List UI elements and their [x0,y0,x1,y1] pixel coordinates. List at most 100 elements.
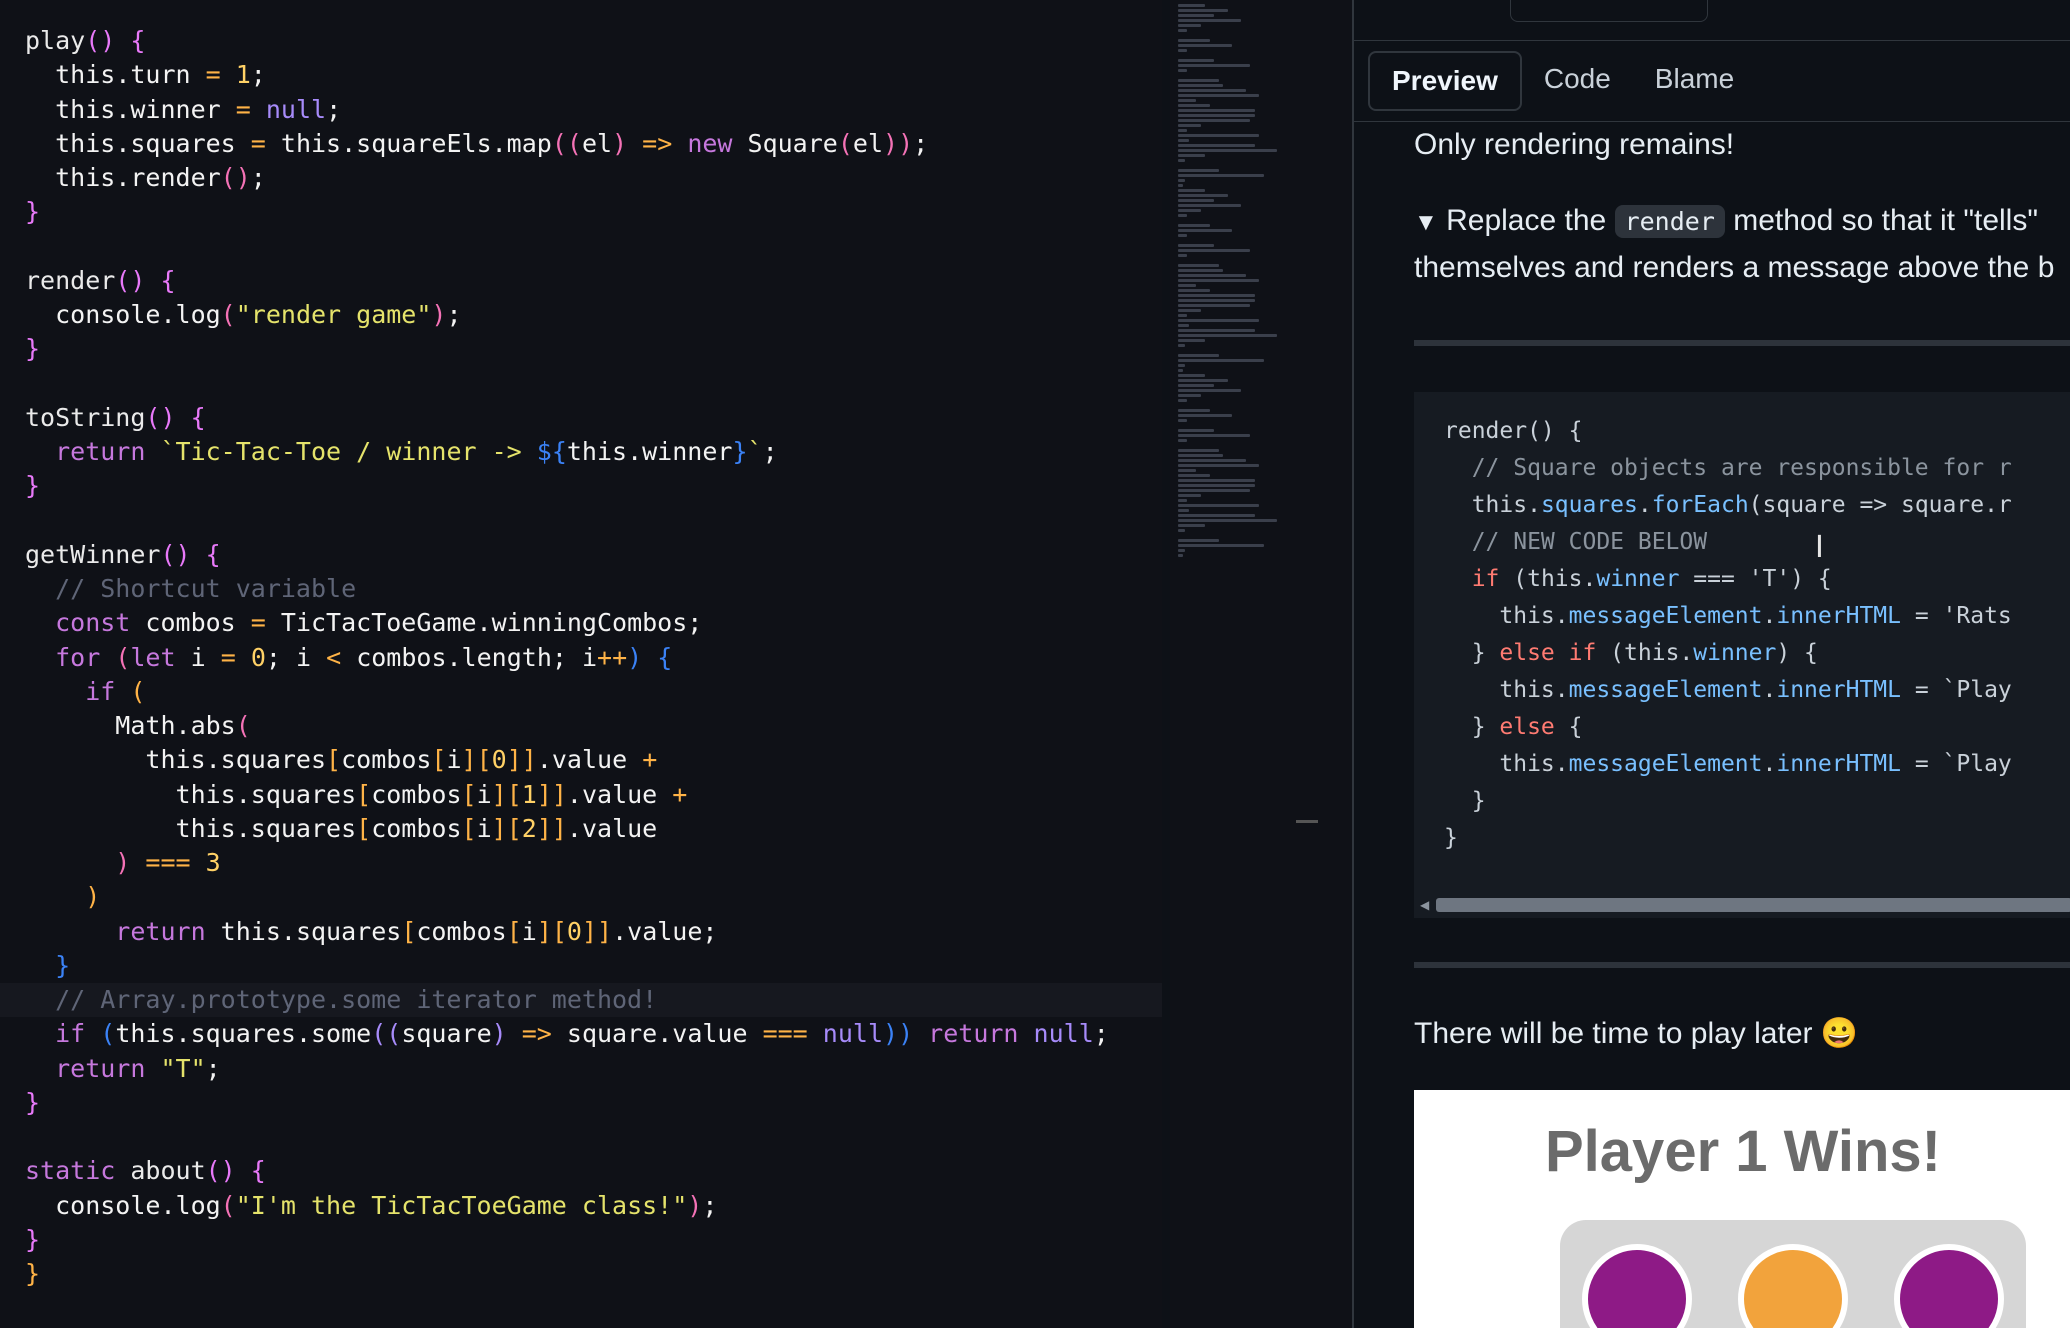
code-token: this. [1444,677,1569,703]
code-token: = [250,608,281,638]
minimap-line [1178,184,1184,187]
code-token: .value [536,745,643,775]
code-token: i [476,779,492,809]
code-line: const combos = TicTacToeGame.winningComb… [25,606,1162,640]
code-token: this [25,745,206,775]
code-token: if [1471,566,1500,592]
code-token: ` [747,437,763,466]
code-token: 0 [491,745,507,775]
code-token: .squares [115,128,251,158]
tab-preview[interactable]: Preview [1368,51,1522,111]
code-token: } [25,1087,41,1117]
code-line: render() { [1444,418,1582,444]
code-token: () { [160,539,221,569]
code-token: el [581,128,613,158]
code-token: === 'T') { [1679,566,1832,592]
minimap-line [1178,209,1201,212]
code-token: .value; [612,916,718,946]
code-line: this.winner = null; [25,93,1162,127]
code-line: } else if (this.winner) { [1444,640,1818,666]
branch-selector[interactable] [1510,0,1708,22]
minimap-line [1178,339,1205,342]
code-token: ]] [581,916,613,946]
code-token: `Tic-Tac-Toe / winner -> [160,437,537,466]
tab-blame[interactable]: Blame [1633,51,1756,107]
code-token: } [1444,825,1458,851]
code-token: combos [341,745,432,775]
code-token: i [190,642,221,672]
disclosure-triangle-icon[interactable]: ▼ [1414,209,1438,236]
code-line: toString() { [25,401,1162,435]
code-token: [ [461,779,477,809]
code-token: ) { [627,642,673,672]
code-token: static [25,1156,131,1186]
details-summary[interactable]: ▼ Replace the render method so that it "… [1414,204,2038,238]
code-token: return [25,1053,161,1083]
horizontal-scrollbar[interactable]: ◀ [1414,894,2070,916]
code-token: innerHTML [1776,677,1901,703]
code-token: render() { [1444,418,1583,444]
inline-code: render [1614,205,1725,238]
scroll-left-icon[interactable]: ◀ [1420,898,1429,912]
code-line: if (this.squares.some((square) => square… [25,1017,1162,1051]
code-token: } [25,950,71,980]
tab-code[interactable]: Code [1522,51,1633,107]
minimap-line [1178,264,1219,267]
code-token: messageElement [1568,677,1763,703]
minimap-line [1178,434,1250,437]
code-token: ; [205,1053,221,1083]
code-token: ) [612,128,643,158]
code-token: .squares [205,745,327,775]
code-token: } [25,1224,41,1254]
code-token: render [25,265,116,295]
code-token: [ [401,916,417,946]
code-token: this [220,916,281,946]
split-gutter[interactable] [1296,0,1352,1328]
code-token: 2 [521,813,537,843]
minimap-line [1178,554,1184,557]
code-token: combos.length; i [356,642,598,672]
minimap-line [1178,254,1187,257]
code-token: ( [220,1190,236,1220]
minimap-line [1178,494,1201,497]
code-line: this.squares[combos[i][2]].value [25,812,1162,846]
minimap-line [1178,179,1186,182]
code-token: ; [326,94,342,124]
minimap-line [1178,289,1210,292]
minimap-line [1178,274,1246,277]
scrollbar-thumb[interactable] [1436,898,2070,912]
code-line: } [25,195,1162,229]
code-token: .squares.some [175,1019,372,1049]
code-token: getWinner [25,539,161,569]
minimap-line [1178,49,1187,52]
code-line: this.squares = this.squareEls.map((el) =… [25,127,1162,161]
minimap-line [1178,499,1187,502]
code-token: ; [762,437,778,466]
minimap-line [1178,449,1219,452]
code-token: this [25,60,116,90]
code-token: } [1444,640,1500,666]
minimap-line [1178,354,1219,357]
code-token: ][ [536,916,567,946]
code-token: () [220,163,251,192]
minimap-line [1178,134,1259,137]
code-token: about [130,1156,206,1186]
minimap[interactable] [1170,0,1300,1328]
code-editor[interactable]: play() { this.turn = 1; this.winner = nu… [0,0,1162,1328]
minimap-line [1178,9,1228,12]
code-token: (( [371,1019,402,1049]
code-token: ( [837,128,853,158]
minimap-line [1178,249,1250,252]
code-token: .winner [115,94,236,124]
code-token: . [1762,751,1777,777]
minimap-line [1178,314,1187,317]
code-token: // NEW CODE BELOW [1444,529,1708,555]
resize-handle[interactable] [1296,820,1318,823]
code-token: + [642,745,658,775]
minimap-line [1178,319,1259,322]
code-token: combos [416,916,507,946]
code-token: () { [85,26,146,55]
code-token: return [25,437,161,466]
code-token: // Shortcut variable [25,574,357,603]
